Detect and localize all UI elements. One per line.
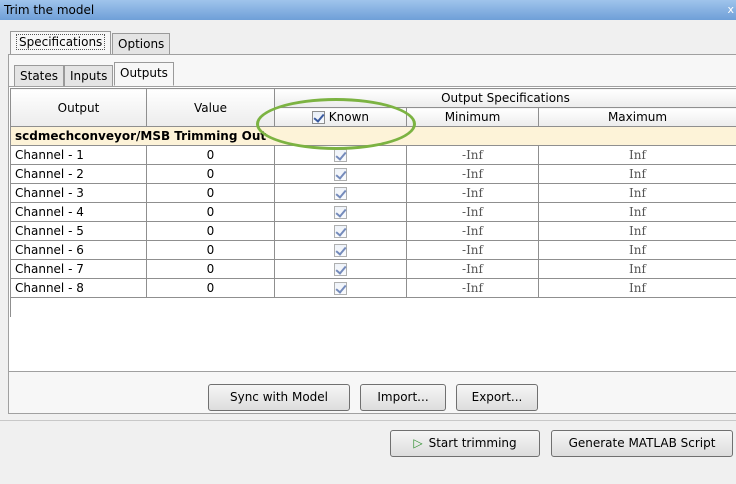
table-row[interactable]: Channel - 6 0 -Inf Inf [10,240,736,260]
cell-maximum[interactable]: Inf [537,183,736,203]
known-checkbox[interactable] [334,282,347,295]
cell-value[interactable]: 0 [146,145,275,165]
table-row[interactable]: Channel - 2 0 -Inf Inf [10,164,736,184]
window-titlebar: Trim the model x [0,0,736,20]
cell-value[interactable]: 0 [146,164,275,184]
cell-value[interactable]: 0 [146,278,275,298]
cell-minimum[interactable]: -Inf [406,278,539,298]
tab-inputs[interactable]: Inputs [64,65,114,87]
cell-known[interactable] [274,202,407,222]
known-checkbox[interactable] [334,168,347,181]
table-row[interactable]: Channel - 1 0 -Inf Inf [10,145,736,165]
known-checkbox[interactable] [334,244,347,257]
outputs-table: Output Value Output Specifications Known… [9,88,736,317]
header-output-specifications: Output Specifications [273,88,736,108]
known-checkbox[interactable] [334,225,347,238]
cell-maximum[interactable]: Inf [537,164,736,184]
cell-output[interactable]: Channel - 3 [10,183,147,203]
cell-value[interactable]: 0 [146,240,275,260]
cell-output[interactable]: Channel - 1 [10,145,147,165]
header-minimum[interactable]: Minimum [406,107,539,127]
table-row[interactable]: Channel - 7 0 -Inf Inf [10,259,736,279]
cell-minimum[interactable]: -Inf [406,164,539,184]
separator [0,420,736,421]
cell-output[interactable]: Channel - 8 [10,278,147,298]
cell-output[interactable]: Channel - 6 [10,240,147,260]
cell-maximum[interactable]: Inf [537,202,736,222]
known-checkbox[interactable] [334,206,347,219]
empty-row [9,297,736,317]
cell-known[interactable] [274,221,407,241]
tab-states[interactable]: States [14,65,65,87]
cell-output[interactable]: Channel - 2 [10,164,147,184]
play-icon: ▷ [413,436,423,450]
start-trimming-label: Start trimming [428,436,517,450]
header-known-label: Known [328,110,370,124]
cell-maximum[interactable]: Inf [537,259,736,279]
cell-value[interactable]: 0 [146,221,275,241]
tab-options[interactable]: Options [112,33,171,55]
empty-cell [9,297,736,317]
cell-known[interactable] [274,164,407,184]
cell-minimum[interactable]: -Inf [406,183,539,203]
close-icon[interactable]: x [727,0,734,20]
header-known[interactable]: Known [274,107,407,127]
cell-known[interactable] [274,278,407,298]
cell-known[interactable] [274,145,407,165]
cell-maximum[interactable]: Inf [537,145,736,165]
table-row[interactable]: Channel - 8 0 -Inf Inf [10,278,736,298]
table-row[interactable]: Channel - 4 0 -Inf Inf [10,202,736,222]
known-checkbox[interactable] [334,263,347,276]
cell-minimum[interactable]: -Inf [406,202,539,222]
known-all-checkbox[interactable] [311,111,325,124]
tab-specifications-label: Specifications [16,34,106,50]
export-button[interactable]: Export... [456,384,538,411]
cell-known[interactable] [274,240,407,260]
cell-minimum[interactable]: -Inf [406,240,539,260]
import-button[interactable]: Import... [360,384,446,411]
generate-matlab-script-button[interactable]: Generate MATLAB Script [551,430,733,457]
cell-value[interactable]: 0 [146,202,275,222]
tab-specifications[interactable]: Specifications [10,31,112,55]
cell-output[interactable]: Channel - 5 [10,221,147,241]
tab-outputs-label: Outputs [120,66,168,80]
header-value[interactable]: Value [146,88,275,127]
tab-options-label: Options [118,37,165,51]
sync-with-model-button[interactable]: Sync with Model [208,384,350,411]
header-output[interactable]: Output [10,88,147,127]
cell-value[interactable]: 0 [146,259,275,279]
cell-known[interactable] [274,259,407,279]
cell-output[interactable]: Channel - 4 [10,202,147,222]
cell-minimum[interactable]: -Inf [406,221,539,241]
cell-minimum[interactable]: -Inf [406,259,539,279]
known-checkbox[interactable] [334,149,347,162]
cell-maximum[interactable]: Inf [537,240,736,260]
table-row[interactable]: Channel - 5 0 -Inf Inf [10,221,736,241]
cell-maximum[interactable]: Inf [537,221,736,241]
cell-known[interactable] [274,183,407,203]
start-trimming-button[interactable]: ▷ Start trimming [390,430,540,457]
header-maximum[interactable]: Maximum [537,107,736,127]
block-row[interactable]: scdmechconveyor/MSB Trimming Out [9,126,736,146]
cell-minimum[interactable]: -Inf [406,145,539,165]
window-title: Trim the model [4,3,95,17]
tab-states-label: States [20,69,59,83]
known-checkbox[interactable] [334,187,347,200]
block-name: scdmechconveyor/MSB Trimming Out [9,126,736,146]
tab-inputs-label: Inputs [70,69,108,83]
cell-value[interactable]: 0 [146,183,275,203]
tab-outputs[interactable]: Outputs [114,62,174,86]
cell-maximum[interactable]: Inf [537,278,736,298]
table-row[interactable]: Channel - 3 0 -Inf Inf [10,183,736,203]
cell-output[interactable]: Channel - 7 [10,259,147,279]
